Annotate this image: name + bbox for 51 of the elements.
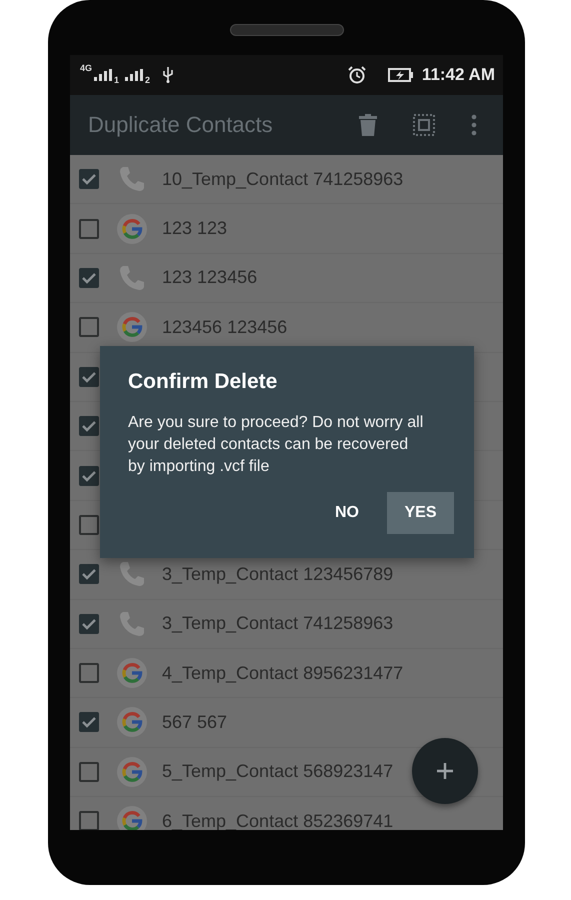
phone-icon	[120, 562, 144, 586]
confirm-button[interactable]: YES	[387, 492, 454, 534]
google-logo-icon	[117, 658, 147, 688]
checkbox[interactable]	[79, 416, 99, 436]
checkbox[interactable]	[79, 712, 99, 732]
checkbox[interactable]	[79, 614, 99, 634]
clock-time: 11:42 AM	[422, 65, 495, 85]
checkbox[interactable]	[79, 564, 99, 584]
phone-icon	[120, 266, 144, 290]
google-logo-icon	[117, 756, 147, 787]
contact-name: 3_Temp_Contact 741258963	[162, 613, 394, 634]
delete-icon[interactable]	[359, 114, 377, 136]
google-logo-icon	[117, 214, 147, 244]
dialog-message: Are you sure to proceed? Do not worry all your deleted contacts can be recovered by importing .vcf file	[128, 413, 424, 477]
checkbox[interactable]	[79, 169, 99, 190]
checkbox[interactable]	[79, 762, 99, 782]
contact-name: 123 123456	[162, 267, 258, 288]
cancel-button[interactable]: NO	[323, 492, 371, 534]
contact-name: 5_Temp_Contact 568923147	[162, 761, 394, 782]
sim-label: 2	[145, 75, 150, 85]
dialog-title: Confirm Delete	[128, 370, 278, 394]
checkbox[interactable]	[79, 466, 99, 486]
checkbox[interactable]	[79, 317, 99, 338]
contact-name: 567 567	[162, 712, 228, 733]
checkbox[interactable]	[79, 268, 99, 288]
contact-name: 4_Temp_Contact 8956231477	[162, 662, 404, 684]
signal-icon	[125, 69, 144, 81]
contact-name: 123 123	[162, 218, 228, 240]
alarm-clock-icon	[348, 66, 366, 84]
checkbox[interactable]	[79, 218, 99, 239]
contact-name: 123456 123456	[162, 316, 288, 338]
phone-icon	[120, 612, 144, 636]
app-title: Duplicate Contacts	[88, 112, 274, 138]
sim-label: 1	[114, 75, 120, 85]
battery-charging-icon	[388, 68, 414, 82]
contact-name: 3_Temp_Contact 123456789	[162, 564, 394, 585]
signal-icon	[94, 69, 112, 81]
checkbox[interactable]	[79, 366, 99, 387]
checkbox[interactable]	[79, 811, 99, 830]
phone-icon	[120, 167, 144, 192]
select-all-icon[interactable]	[413, 114, 435, 136]
network-label: 4G	[80, 63, 92, 73]
google-logo-icon	[117, 806, 147, 830]
plus-icon	[435, 761, 455, 781]
checkbox[interactable]	[79, 663, 99, 684]
google-logo-icon	[117, 707, 147, 738]
more-options-icon[interactable]	[471, 114, 477, 136]
usb-icon	[162, 67, 174, 83]
contact-name: 10_Temp_Contact 741258963	[162, 168, 404, 190]
google-logo-icon	[117, 312, 147, 342]
add-button[interactable]	[412, 738, 478, 804]
